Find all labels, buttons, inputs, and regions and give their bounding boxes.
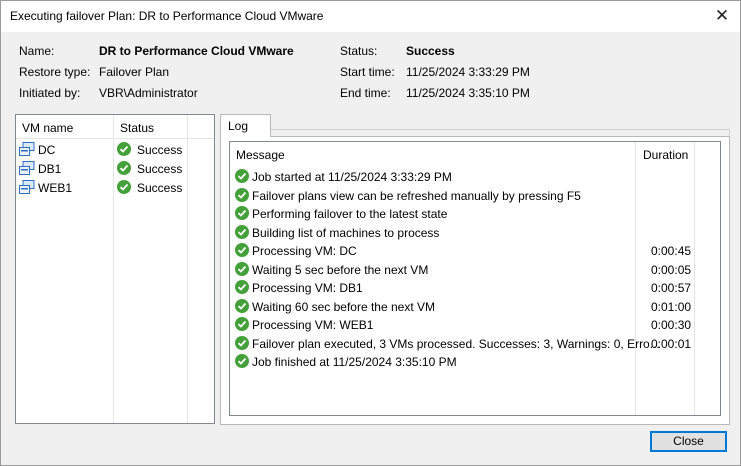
log-row[interactable]: Building list of machines to process bbox=[230, 223, 720, 241]
message-column-header[interactable]: Message bbox=[236, 148, 285, 162]
vm-icon bbox=[19, 180, 35, 195]
log-duration: 0:00:57 bbox=[651, 281, 692, 295]
close-icon[interactable]: ✕ bbox=[710, 5, 734, 27]
status-label: Status: bbox=[340, 44, 378, 58]
check-circle-icon bbox=[117, 161, 131, 175]
log-message: Failover plans view can be refreshed man… bbox=[252, 188, 581, 203]
vm-status: Success bbox=[137, 181, 183, 195]
tab-log-label: Log bbox=[228, 119, 249, 133]
vm-icon bbox=[19, 142, 35, 157]
log-row[interactable]: Job started at 11/25/2024 3:33:29 PM bbox=[230, 167, 720, 185]
log-row[interactable]: Failover plans view can be refreshed man… bbox=[230, 186, 720, 204]
name-value: DR to Performance Cloud VMware bbox=[99, 44, 294, 58]
check-circle-icon bbox=[117, 142, 131, 156]
vm-status-column-header[interactable]: Status bbox=[120, 121, 154, 135]
tab-log[interactable]: Log bbox=[220, 114, 271, 137]
start-time-value: 11/25/2024 3:33:29 PM bbox=[406, 65, 530, 79]
initiated-by-value: VBR\Administrator bbox=[99, 86, 198, 100]
status-value: Success bbox=[406, 44, 455, 58]
log-row[interactable]: Waiting 5 sec before the next VM 0:00:05 bbox=[230, 260, 720, 278]
vm-name: WEB1 bbox=[38, 181, 73, 195]
vm-list[interactable]: VM name Status DC Success DB1 Success WE bbox=[15, 114, 215, 424]
log-row[interactable]: Job finished at 11/25/2024 3:35:10 PM bbox=[230, 352, 720, 370]
duration-column-header[interactable]: Duration bbox=[643, 148, 688, 162]
check-circle-icon bbox=[235, 280, 249, 294]
restore-type-label: Restore type: bbox=[19, 65, 91, 79]
log-duration: 0:00:01 bbox=[651, 336, 692, 351]
vm-row[interactable]: DB1 Success bbox=[16, 159, 214, 178]
log-message: Processing VM: DC bbox=[252, 244, 357, 258]
log-message: Failover plan executed, 3 VMs processed.… bbox=[252, 336, 660, 351]
vm-list-header: VM name Status bbox=[16, 115, 214, 139]
log-duration: 0:01:00 bbox=[651, 299, 692, 314]
check-circle-icon bbox=[235, 224, 249, 239]
vm-row[interactable]: WEB1 Success bbox=[16, 178, 214, 197]
vm-name-column-header[interactable]: VM name bbox=[22, 121, 73, 135]
check-circle-icon bbox=[117, 180, 131, 194]
end-time-value: 11/25/2024 3:35:10 PM bbox=[406, 86, 530, 100]
vm-status: Success bbox=[137, 143, 183, 157]
vm-name: DB1 bbox=[38, 162, 62, 176]
log-row[interactable]: Failover plan executed, 3 VMs processed.… bbox=[230, 334, 720, 352]
tab-strip-line bbox=[271, 129, 730, 130]
name-label: Name: bbox=[19, 44, 55, 58]
failover-dialog: Executing failover Plan: DR to Performan… bbox=[0, 0, 741, 466]
log-message: Building list of machines to process bbox=[252, 225, 440, 240]
log-message: Waiting 60 sec before the next VM bbox=[252, 299, 435, 314]
check-circle-icon bbox=[235, 169, 249, 183]
vm-status: Success bbox=[137, 162, 183, 176]
log-row[interactable]: Performing failover to the latest state bbox=[230, 204, 720, 222]
end-time-label: End time: bbox=[340, 86, 391, 100]
log-message: Waiting 5 sec before the next VM bbox=[252, 262, 429, 277]
log-message: Job finished at 11/25/2024 3:35:10 PM bbox=[252, 355, 457, 369]
initiated-by-label: Initiated by: bbox=[19, 86, 81, 100]
check-circle-icon bbox=[235, 298, 249, 313]
log-row[interactable]: Processing VM: DC 0:00:45 bbox=[230, 241, 720, 259]
log-message: Job started at 11/25/2024 3:33:29 PM bbox=[252, 170, 452, 184]
close-button[interactable]: Close bbox=[650, 431, 727, 452]
check-circle-icon bbox=[235, 187, 249, 202]
window-title: Executing failover Plan: DR to Performan… bbox=[10, 9, 324, 23]
log-message: Processing VM: WEB1 bbox=[252, 318, 374, 332]
vm-row[interactable]: DC Success bbox=[16, 140, 214, 159]
log-duration: 0:00:30 bbox=[651, 318, 692, 332]
restore-type-value: Failover Plan bbox=[99, 65, 170, 79]
check-circle-icon bbox=[235, 243, 249, 257]
check-circle-icon bbox=[235, 354, 249, 368]
check-circle-icon bbox=[235, 261, 249, 276]
vm-icon bbox=[19, 161, 35, 176]
log-list[interactable]: Message Duration Job started at 11/25/20… bbox=[229, 141, 721, 416]
log-duration: 0:00:45 bbox=[651, 244, 692, 258]
log-row[interactable]: Processing VM: WEB1 0:00:30 bbox=[230, 315, 720, 333]
title-bar: Executing failover Plan: DR to Performan… bbox=[1, 1, 740, 32]
start-time-label: Start time: bbox=[340, 65, 395, 79]
log-row[interactable]: Processing VM: DB1 0:00:57 bbox=[230, 278, 720, 296]
log-list-header: Message Duration bbox=[230, 142, 720, 166]
log-message: Performing failover to the latest state bbox=[252, 207, 448, 221]
check-circle-icon bbox=[235, 335, 249, 350]
check-circle-icon bbox=[235, 317, 249, 331]
log-row[interactable]: Waiting 60 sec before the next VM 0:01:00 bbox=[230, 297, 720, 315]
check-circle-icon bbox=[235, 206, 249, 220]
log-message: Processing VM: DB1 bbox=[252, 281, 363, 295]
vm-name: DC bbox=[38, 143, 56, 157]
log-duration: 0:00:05 bbox=[651, 262, 692, 277]
